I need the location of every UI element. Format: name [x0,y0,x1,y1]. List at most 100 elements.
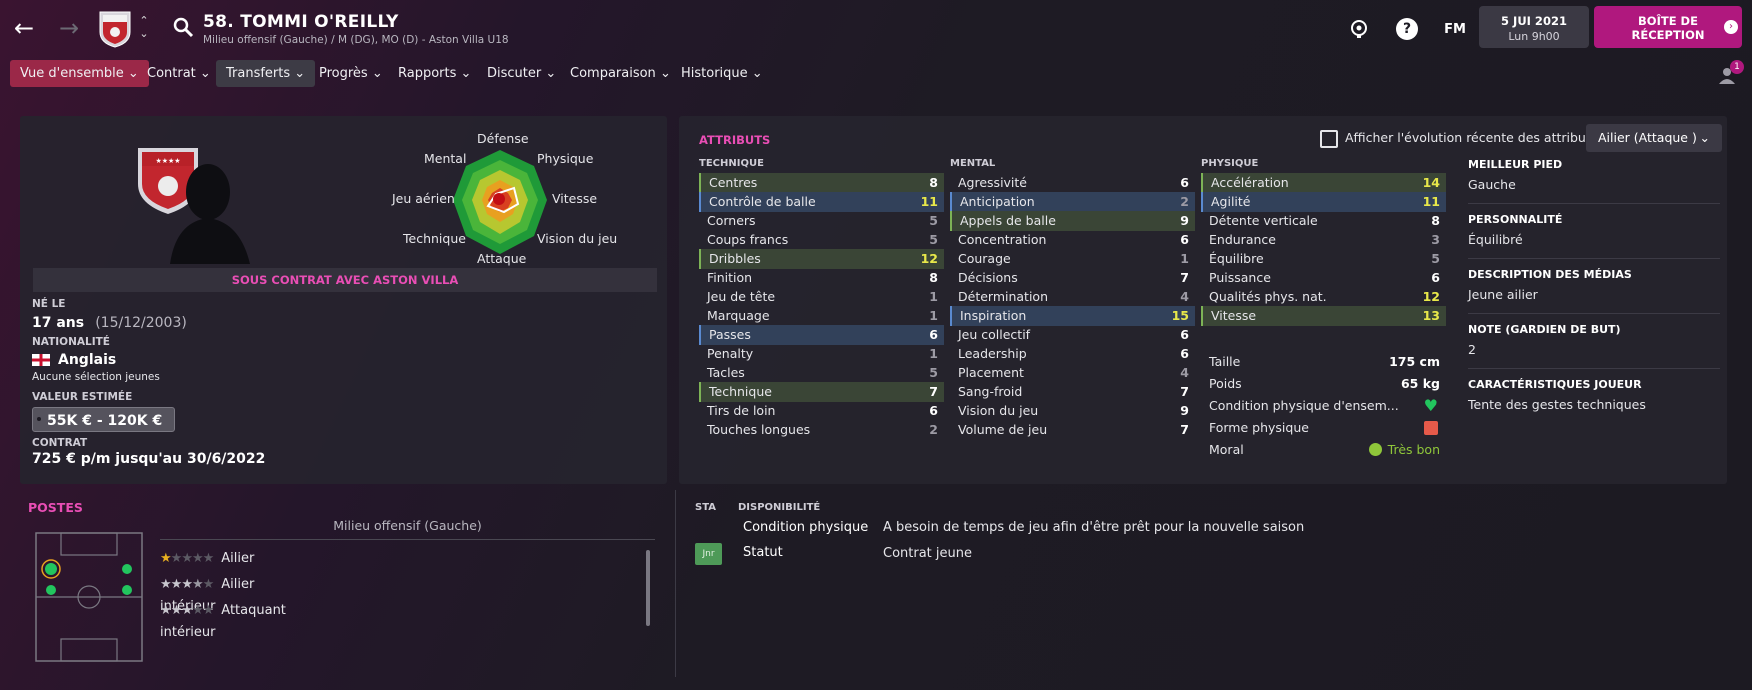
attribute-row[interactable]: Jeu de tête 1 [699,287,944,307]
tab-progress[interactable]: Progrès ⌄ [309,60,393,87]
back-arrow-icon[interactable]: ← [10,14,38,42]
attribute-value: 6 [929,327,938,342]
search-icon[interactable] [172,16,194,38]
scrollbar[interactable] [646,550,650,626]
attribute-value: 12 [1422,289,1440,304]
attribute-row[interactable]: Endurance 3 [1201,230,1446,250]
attribute-name: Tirs de loin [707,403,776,418]
attribute-row[interactable]: Jeu collectif 6 [950,325,1195,345]
best-foot: MEILLEUR PIED Gauche [1468,158,1720,204]
attribute-row[interactable]: Sang-froid 7 [950,382,1195,402]
condition-label: Condition physique d'ensem... [1209,398,1399,413]
physique-header: PHYSIQUE [1201,158,1259,169]
attribute-row[interactable]: Volume de jeu 7 [950,420,1195,440]
attribute-row[interactable]: Décisions 7 [950,268,1195,288]
technique-header: TECHNIQUE [699,158,764,169]
tab-overview[interactable]: Vue d'ensemble ⌄ [10,60,149,87]
date-display[interactable]: 5 JUI 2021 Lun 9h00 [1479,6,1589,48]
weight-value: 65 kg [1400,376,1440,391]
attribute-row[interactable]: Coups francs 5 [699,230,944,250]
fm-logo[interactable]: FM [1442,18,1468,40]
forward-arrow-icon[interactable]: → [55,14,83,42]
attribute-row[interactable]: Concentration 6 [950,230,1195,250]
attribute-row[interactable]: Tirs de loin 6 [699,401,944,421]
attribute-name: Touches longues [707,422,811,437]
game-icon[interactable] [1348,18,1370,40]
attribute-name: Technique [709,384,772,399]
attribute-row[interactable]: Centres 8 [699,173,944,193]
tab-comparison[interactable]: Comparaison ⌄ [560,60,681,87]
attribute-row[interactable]: Vitesse 13 [1201,306,1446,326]
attribute-row[interactable]: Puissance 6 [1201,268,1446,288]
attribute-value: 8 [929,175,938,190]
tab-discuss[interactable]: Discuter ⌄ [477,60,566,87]
england-flag-icon [32,354,50,366]
attribute-row[interactable]: Équilibre 5 [1201,249,1446,269]
attribute-name: Appels de balle [960,213,1056,228]
help-icon[interactable]: ? [1396,18,1418,40]
inbox-button[interactable]: BOÎTE DE RÉCEPTION [1594,6,1742,48]
side-heading: NOTE (GARDIEN DE BUT) [1468,323,1621,336]
positions-title: POSTES [28,500,83,515]
role-row[interactable]: ★★★★★ Ailier intérieur [160,574,254,614]
club-crest-icon[interactable] [98,10,132,48]
attribute-row[interactable]: Marquage 1 [699,306,944,326]
form-icon [1424,421,1438,435]
nationality-value[interactable]: Anglais [58,352,116,368]
attribute-row[interactable]: Technique 7 [699,382,944,402]
attribute-name: Leadership [958,346,1027,361]
attribute-row[interactable]: Accélération 14 [1201,173,1446,193]
attribute-row[interactable]: Tacles 5 [699,363,944,383]
attribute-row[interactable]: Finition 8 [699,268,944,288]
attribute-row[interactable]: Anticipation 2 [950,192,1195,212]
attribute-name: Corners [707,213,756,228]
attribute-row[interactable]: Passes 6 [699,325,944,345]
attribute-name: Contrôle de balle [709,194,816,209]
side-value[interactable]: Tente des gestes techniques [1468,397,1720,412]
role-row[interactable]: ★★★★★ Attaquant intérieur [160,600,286,640]
attribute-row[interactable]: Courage 1 [950,249,1195,269]
player-switch-arrows-icon[interactable]: ⌃ ⌄ [137,14,151,44]
attribute-row[interactable]: Placement 4 [950,363,1195,383]
attribute-name: Passes [709,327,751,342]
evolution-checkbox[interactable] [1320,130,1338,148]
side-value[interactable]: Équilibré [1468,232,1720,247]
tab-contract[interactable]: Contrat ⌄ [137,60,221,87]
attribute-row[interactable]: Dribbles 12 [699,249,944,269]
star-rating-icon: ★★★★★ [160,577,214,592]
role-row[interactable]: ★★★★★ Ailier [160,548,254,570]
attribute-row[interactable]: Qualités phys. nat. 12 [1201,287,1446,307]
attribute-row[interactable]: Détente verticale 8 [1201,211,1446,231]
tab-reports[interactable]: Rapports ⌄ [388,60,481,87]
role-select[interactable]: Ailier (Attaque ) ⌄ [1586,124,1722,152]
attribute-name: Détermination [958,289,1049,304]
tab-label: Contrat [147,66,196,81]
morale-value-wrap: Très bon [1368,442,1440,457]
attribute-row[interactable]: Penalty 1 [699,344,944,364]
attribute-row[interactable]: Agressivité 6 [950,173,1195,193]
attribute-value: 8 [1431,213,1440,228]
radar-label: Technique [403,231,466,246]
attribute-name: Vision du jeu [958,403,1039,418]
value-amount: 55K € - 120K € [47,413,163,429]
notification-icon[interactable]: 1 [1714,60,1744,88]
pitch-diagram[interactable] [35,532,143,662]
player-traits: CARACTÉRISTIQUES JOUEUR Tente des gestes… [1468,378,1720,424]
attribute-row[interactable]: Contrôle de balle 11 [699,192,944,212]
attribute-row[interactable]: Inspiration 15 [950,306,1195,326]
attribute-row[interactable]: Vision du jeu 9 [950,401,1195,421]
attribute-row[interactable]: Corners 5 [699,211,944,231]
attribute-row[interactable]: Appels de balle 9 [950,211,1195,231]
attribute-value: 1 [1180,251,1189,266]
attribute-row[interactable]: Leadership 6 [950,344,1195,364]
attribute-name: Marquage [707,308,770,323]
attribute-row[interactable]: Détermination 4 [950,287,1195,307]
height-value: 175 cm [1389,354,1440,369]
attribute-row[interactable]: Touches longues 2 [699,420,944,440]
tab-history[interactable]: Historique ⌄ [671,60,773,87]
tab-transfers[interactable]: Transferts ⌄ [216,60,316,87]
evolution-toggle-label[interactable]: Afficher l'évolution récente des attribu… [1345,130,1597,145]
attribute-row[interactable]: Agilité 11 [1201,192,1446,212]
attribute-value: 5 [929,365,938,380]
attribute-name: Dribbles [709,251,761,266]
